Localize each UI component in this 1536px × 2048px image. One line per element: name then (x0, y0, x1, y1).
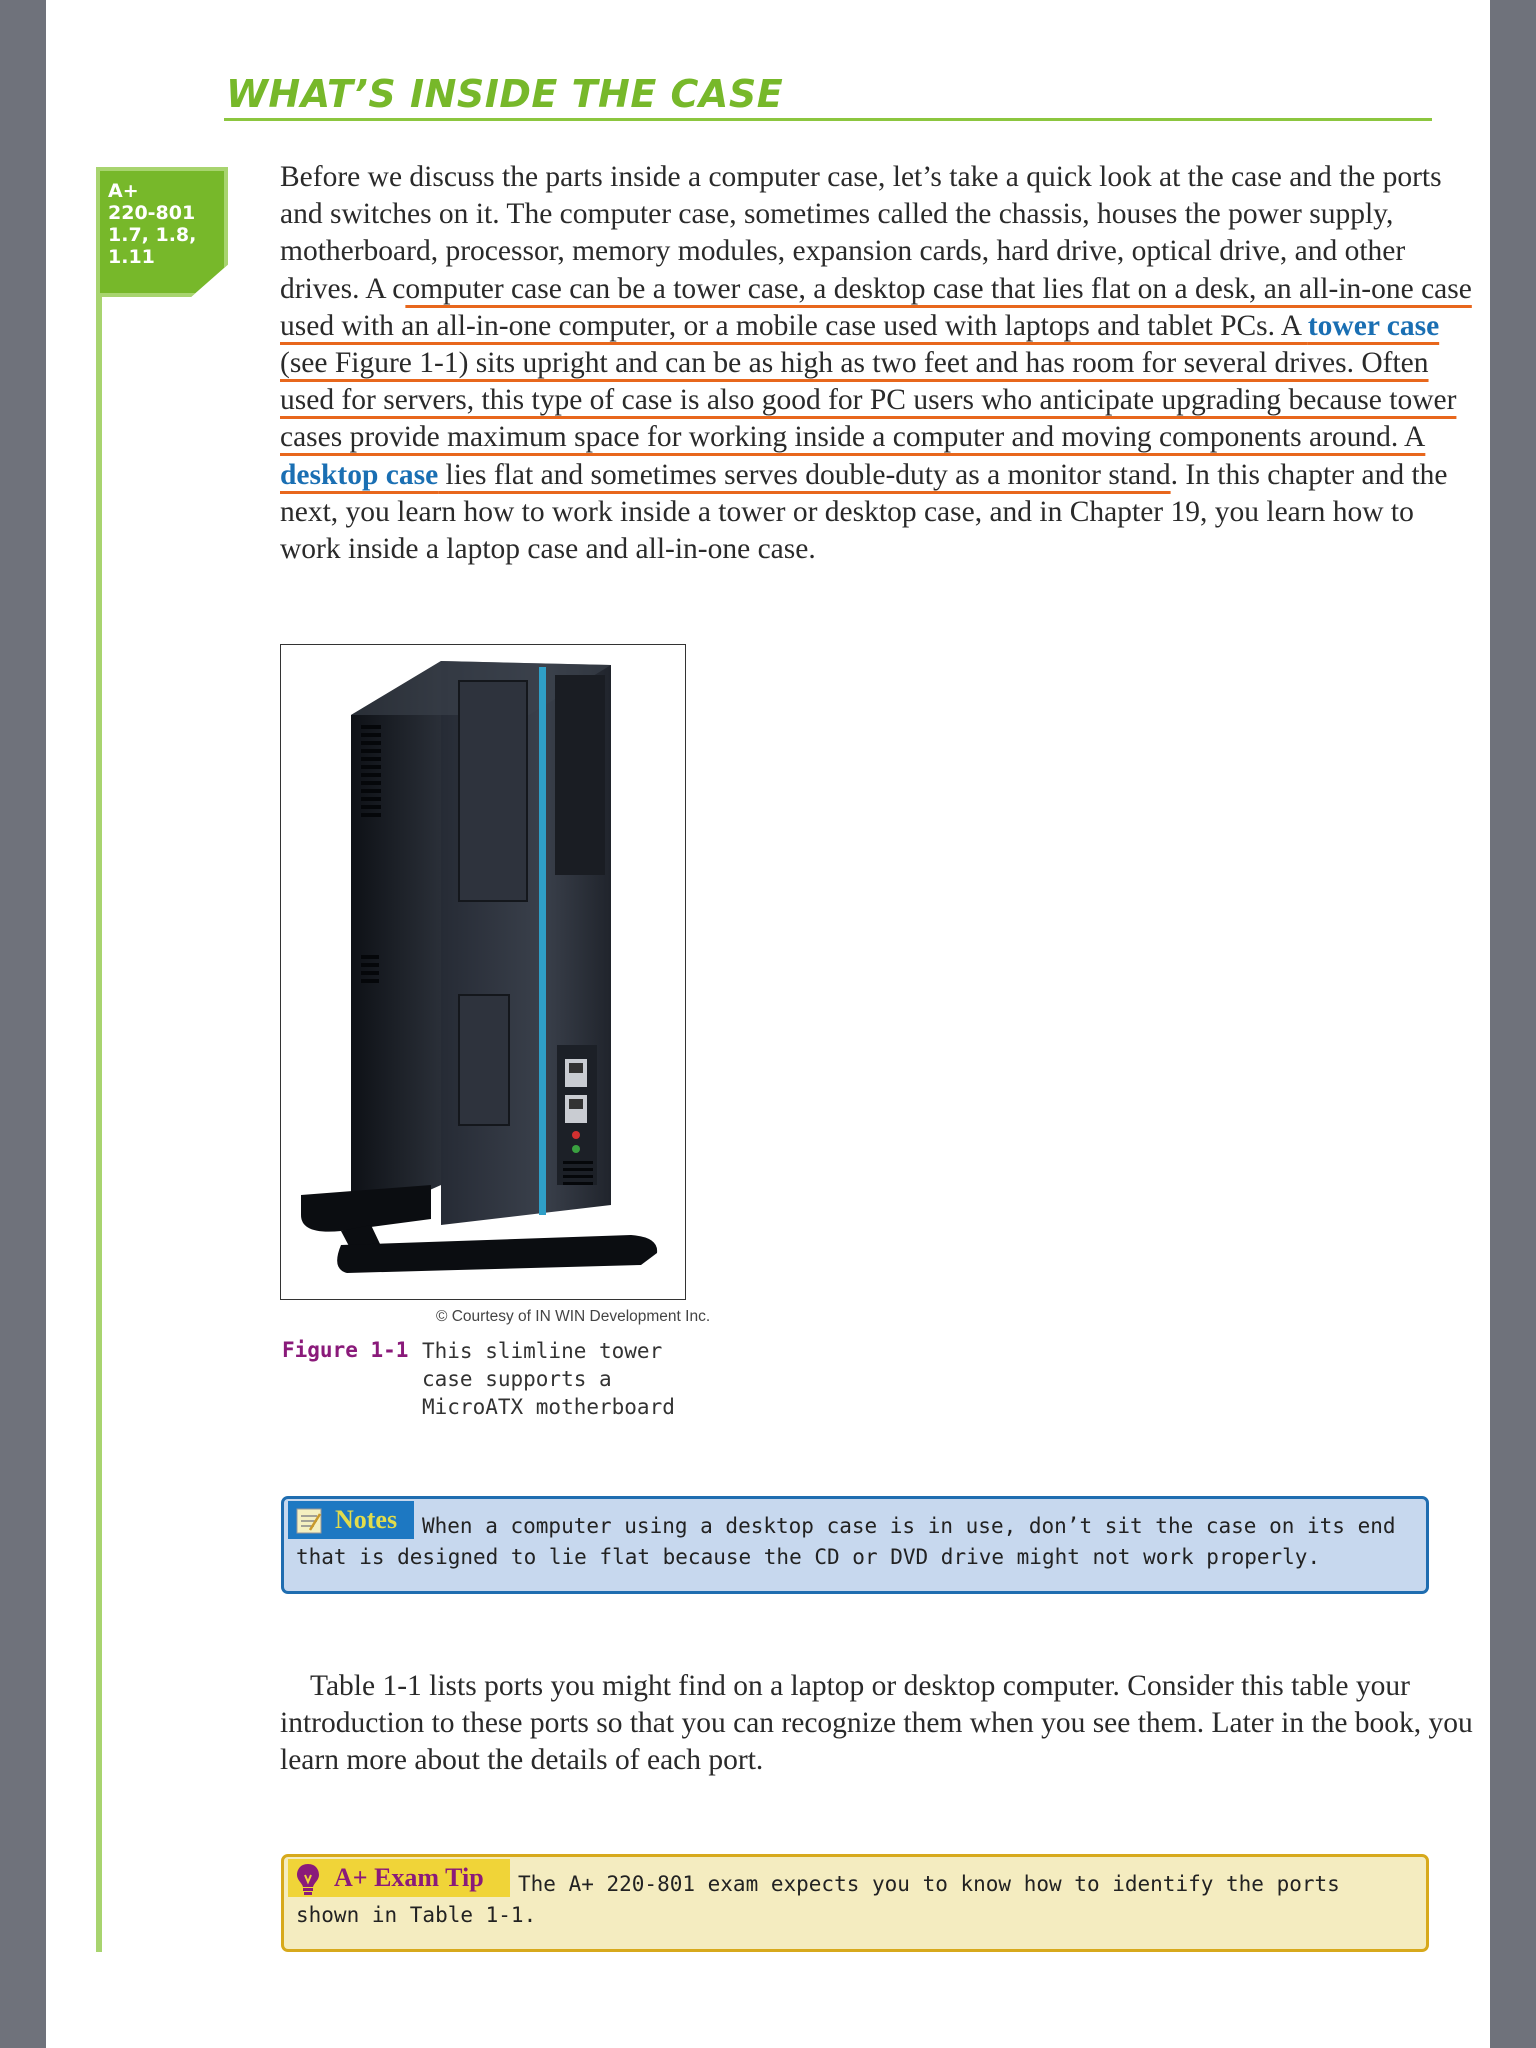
margin-bar (96, 168, 102, 1952)
notes-box: When a computer using a desktop case is … (281, 1496, 1429, 1594)
term-tower-case[interactable]: tower case (1308, 310, 1439, 342)
exam-tip-tab: A+ Exam Tip (288, 1859, 510, 1897)
book-page: WHAT’S INSIDE THE CASE A+ 220-801 1.7, 1… (46, 0, 1490, 2048)
figure-tower-case (280, 644, 686, 1300)
highlight-segment-2: (see Figure 1-1) sits upright and can be… (280, 347, 1457, 454)
exam-tip-box: The A+ 220-801 exam expects you to know … (281, 1854, 1429, 1952)
tower-case-image (301, 661, 658, 1273)
exam-objective-text: A+ 220-801 1.7, 1.8, 1.11 (108, 180, 197, 268)
heading-rule (224, 118, 1432, 121)
exam-tip-title: A+ Exam Tip (334, 1863, 484, 1892)
figure-caption: This slimline tower case supports a Micr… (422, 1339, 675, 1419)
intro-paragraph: Before we discuss the parts inside a com… (280, 159, 1480, 568)
highlight-segment-3: lies flat and sometimes serves double-du… (438, 458, 1171, 491)
notepad-icon (296, 1508, 322, 1534)
figure-credit: © Courtesy of IN WIN Development Inc. (436, 1308, 711, 1325)
figure-label: Figure 1-1 (282, 1338, 409, 1362)
ports-paragraph: Table 1-1 lists ports you might find on … (280, 1670, 1473, 1777)
notes-title: Notes (335, 1505, 398, 1534)
lightbulb-icon (297, 1864, 319, 1895)
notes-text: When a computer using a desktop case is … (296, 1514, 1396, 1569)
section-heading: WHAT’S INSIDE THE CASE (226, 72, 784, 116)
notes-tab: Notes (288, 1501, 414, 1539)
highlight-segment-1: omputer case can be a tower case, a desk… (280, 272, 1472, 342)
term-desktop-case[interactable]: desktop case (280, 459, 438, 491)
